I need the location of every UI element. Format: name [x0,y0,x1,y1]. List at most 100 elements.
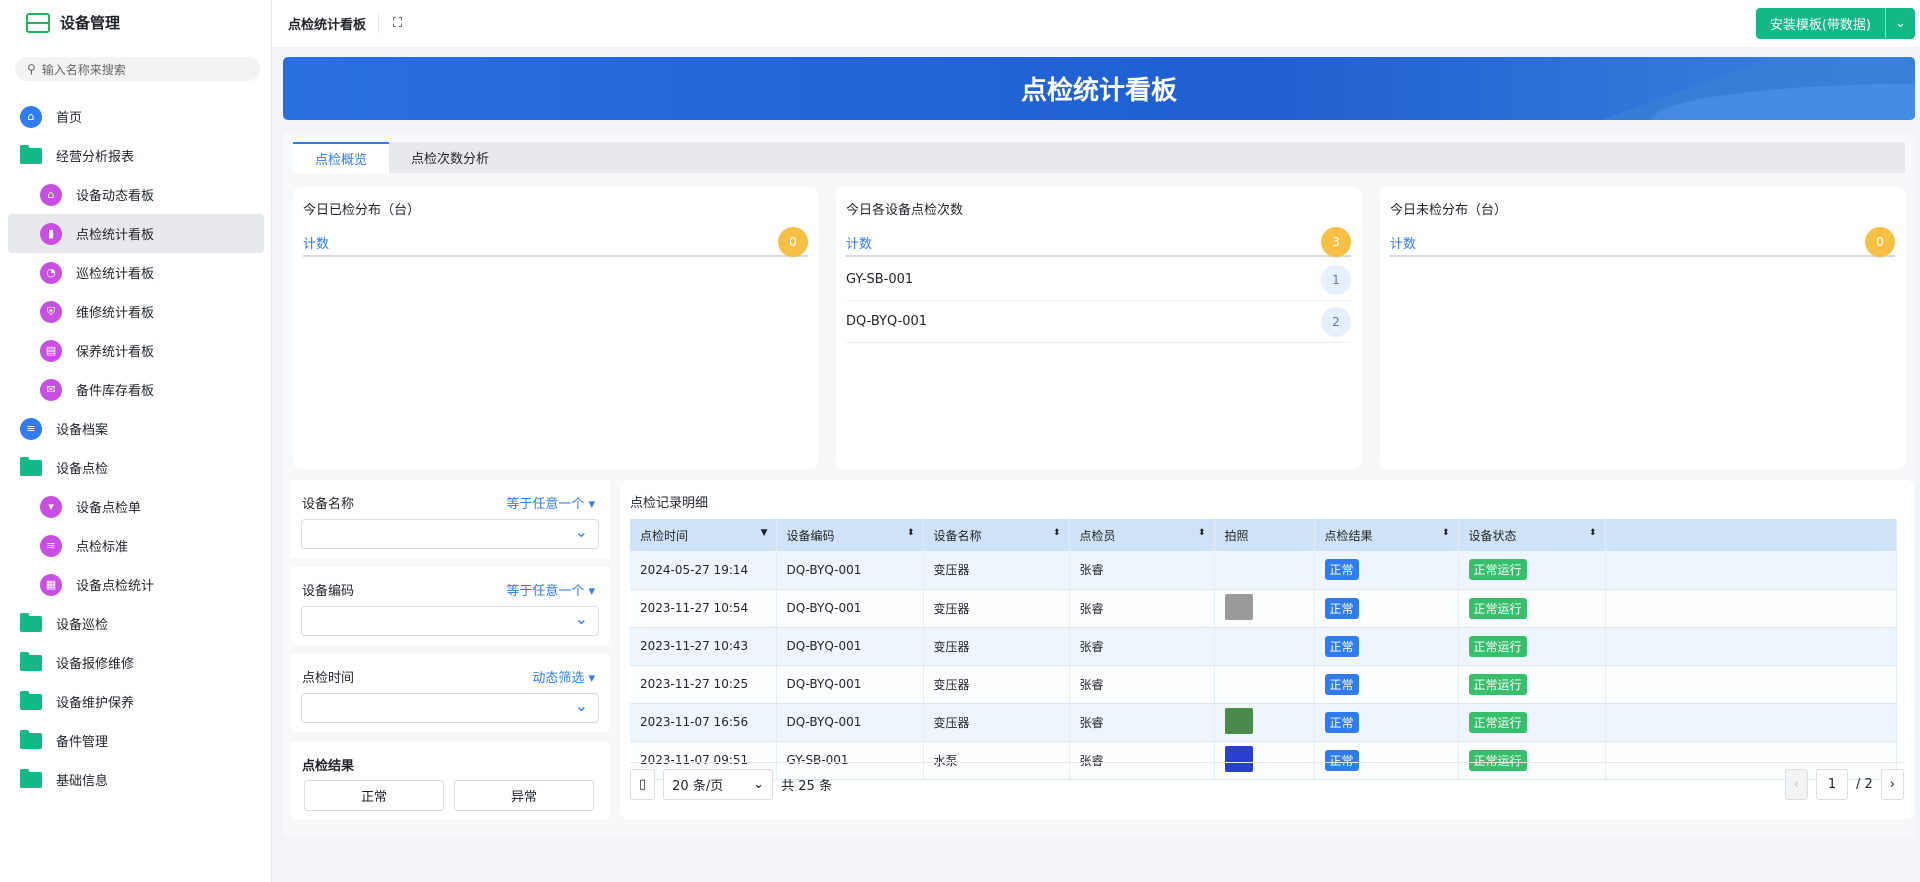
sidebar-item[interactable]: ▮ 点检统计看板 [8,214,264,253]
sort-icon[interactable]: ⬍ [907,528,915,538]
column-header[interactable]: 设备状态 ⬍ [1458,519,1606,551]
next-page-button[interactable]: › [1880,769,1904,800]
sidebar-item-label: 设备报修维修 [56,657,135,672]
sidebar-item-label: 备件库存看板 [76,384,155,399]
fullscreen-icon[interactable]: ⛶ [393,16,402,31]
sidebar-item[interactable]: 设备点检 [8,448,264,487]
sort-icon[interactable]: ⬍ [1198,528,1206,538]
result-normal-button[interactable]: 正常 [304,780,444,811]
filter-label: 点检结果 [302,759,355,774]
filter-label: 点检时间 [302,671,355,686]
column-toggle-icon[interactable]: ▯ [630,769,656,800]
photo-thumbnail[interactable] [1224,707,1253,734]
sidebar-item[interactable]: ▾ 设备点检单 [8,487,264,526]
page-size-value: 20 条/页 [672,779,724,794]
search-icon: ⚲ [27,62,36,76]
sidebar-item[interactable]: ⌂ 首页 [8,97,264,136]
table-row[interactable]: 2024-05-27 19:14 DQ-BYQ-001 变压器 张睿 正常 正常运行 [630,551,1897,590]
count-label: 计数 [303,236,330,252]
cell-time: 2023-11-27 10:54 [630,589,777,628]
table-row[interactable]: 2023-11-27 10:54 DQ-BYQ-001 变压器 张睿 正常 正常运行 [630,589,1897,628]
sidebar-item[interactable]: ▦ 设备点检统计 [8,565,264,604]
cell-result: 正常 [1314,627,1459,666]
chevron-down-icon: ⌄ [753,777,765,792]
column-header[interactable]: 拍照 [1214,519,1315,551]
sidebar-item[interactable]: 设备维护保养 [8,682,264,721]
prev-page-button[interactable]: ‹ [1784,769,1808,800]
sidebar-item[interactable]: ✉ 备件库存看板 [8,370,264,409]
device-code: GY-SB-001 [846,272,914,287]
filter-section: 点检时间 动态筛选 ▾ [291,654,609,732]
banner: 点检统计看板 [283,57,1915,120]
cell-inspector: 张睿 [1069,627,1215,666]
filter-select[interactable] [301,519,599,549]
sidebar-item[interactable]: ⌂ 设备动态看板 [8,175,264,214]
cell-inspector: 张睿 [1069,589,1215,628]
chevron-down-icon[interactable]: ⌄ [1885,8,1915,39]
filter-select[interactable] [301,693,599,723]
count-badge: 2 [1321,306,1351,337]
cell-status: 正常运行 [1458,703,1606,742]
folder-icon [20,612,42,632]
status-tag: 正常运行 [1468,711,1527,733]
count-row: GY-SB-001 1 [846,259,1351,301]
result-tag: 正常 [1324,673,1359,695]
column-header[interactable]: 设备名称 ⬍ [923,519,1070,551]
column-header[interactable]: 设备编码 ⬍ [776,519,924,551]
sidebar-item[interactable]: 经营分析报表 [8,136,264,175]
sidebar-item-label: 备件管理 [56,735,109,750]
home-icon: ⌂ [20,105,42,128]
filter-operator-dropdown[interactable]: 等于任意一个 ▾ [506,493,595,512]
cell-result: 正常 [1314,703,1459,742]
sidebar-item-label: 设备点检单 [76,501,142,516]
sidebar-item-label: 保养统计看板 [76,345,155,360]
sort-icon[interactable]: ⬍ [1589,528,1597,538]
cell-name: 变压器 [923,703,1070,742]
cell-result: 正常 [1314,551,1459,590]
filter-section: 设备名称 等于任意一个 ▾ [291,480,609,558]
device-code: DQ-BYQ-001 [846,314,928,329]
folder-icon [20,729,42,749]
sidebar-item[interactable]: ◔ 巡检统计看板 [8,253,264,292]
cell-time: 2023-11-27 10:25 [630,665,777,704]
photo-thumbnail[interactable] [1224,593,1253,620]
filter-section: 设备编码 等于任意一个 ▾ [291,567,609,645]
cell-result: 正常 [1314,665,1459,704]
tab-overview[interactable]: 点检概览 [293,142,390,173]
tab-count-analysis[interactable]: 点检次数分析 [389,142,511,173]
column-header[interactable]: 点检结果 ⬍ [1314,519,1459,551]
table-row[interactable]: 2023-11-07 16:56 DQ-BYQ-001 变压器 张睿 正常 正常运行 [630,703,1897,742]
sidebar-item[interactable]: 设备巡检 [8,604,264,643]
sidebar-item-label: 基础信息 [56,774,109,789]
current-page-input[interactable]: 1 [1816,769,1848,800]
cell-time: 2023-11-27 10:43 [630,627,777,666]
sort-icon[interactable]: ⬍ [1442,528,1450,538]
sidebar-item[interactable]: 设备报修维修 [8,643,264,682]
search-input[interactable]: ⚲ 输入名称来搜索 [15,57,260,81]
column-header[interactable]: 点检员 ⬍ [1069,519,1215,551]
sidebar-item[interactable]: ≡ 点检标准 [8,526,264,565]
sidebar-item[interactable]: ⛨ 维修统计看板 [8,292,264,331]
column-header[interactable]: 点检时间 ▼ [630,519,777,551]
result-abnormal-button[interactable]: 异常 [454,780,594,811]
page-size-select[interactable]: 20 条/页 ⌄ [663,769,774,800]
sidebar-item-label: 设备动态看板 [76,189,155,204]
filter-operator-dropdown[interactable]: 等于任意一个 ▾ [506,580,595,599]
cell-photo [1214,551,1315,590]
sort-icon[interactable]: ⬍ [1053,528,1061,538]
filter-select[interactable] [301,606,599,636]
install-template-button[interactable]: 安装模板(带数据) ⌄ [1755,8,1915,39]
table-row[interactable]: 2023-11-27 10:25 DQ-BYQ-001 变压器 张睿 正常 正常运行 [630,665,1897,704]
result-tag: 正常 [1324,635,1359,657]
status-tag: 正常运行 [1468,673,1527,695]
sidebar-item-label: 设备档案 [56,423,109,438]
table-row[interactable]: 2023-11-27 10:43 DQ-BYQ-001 变压器 张睿 正常 正常运行 [630,627,1897,666]
status-tag: 正常运行 [1468,597,1527,619]
sidebar-item[interactable]: ▤ 保养统计看板 [8,331,264,370]
sort-icon[interactable]: ▼ [761,528,768,538]
filter-operator-dropdown[interactable]: 动态筛选 ▾ [532,667,595,686]
cell-status: 正常运行 [1458,627,1606,666]
sidebar-item[interactable]: ≡ 设备档案 [8,409,264,448]
sidebar-item[interactable]: 备件管理 [8,721,264,760]
sidebar-item[interactable]: 基础信息 [8,760,264,799]
